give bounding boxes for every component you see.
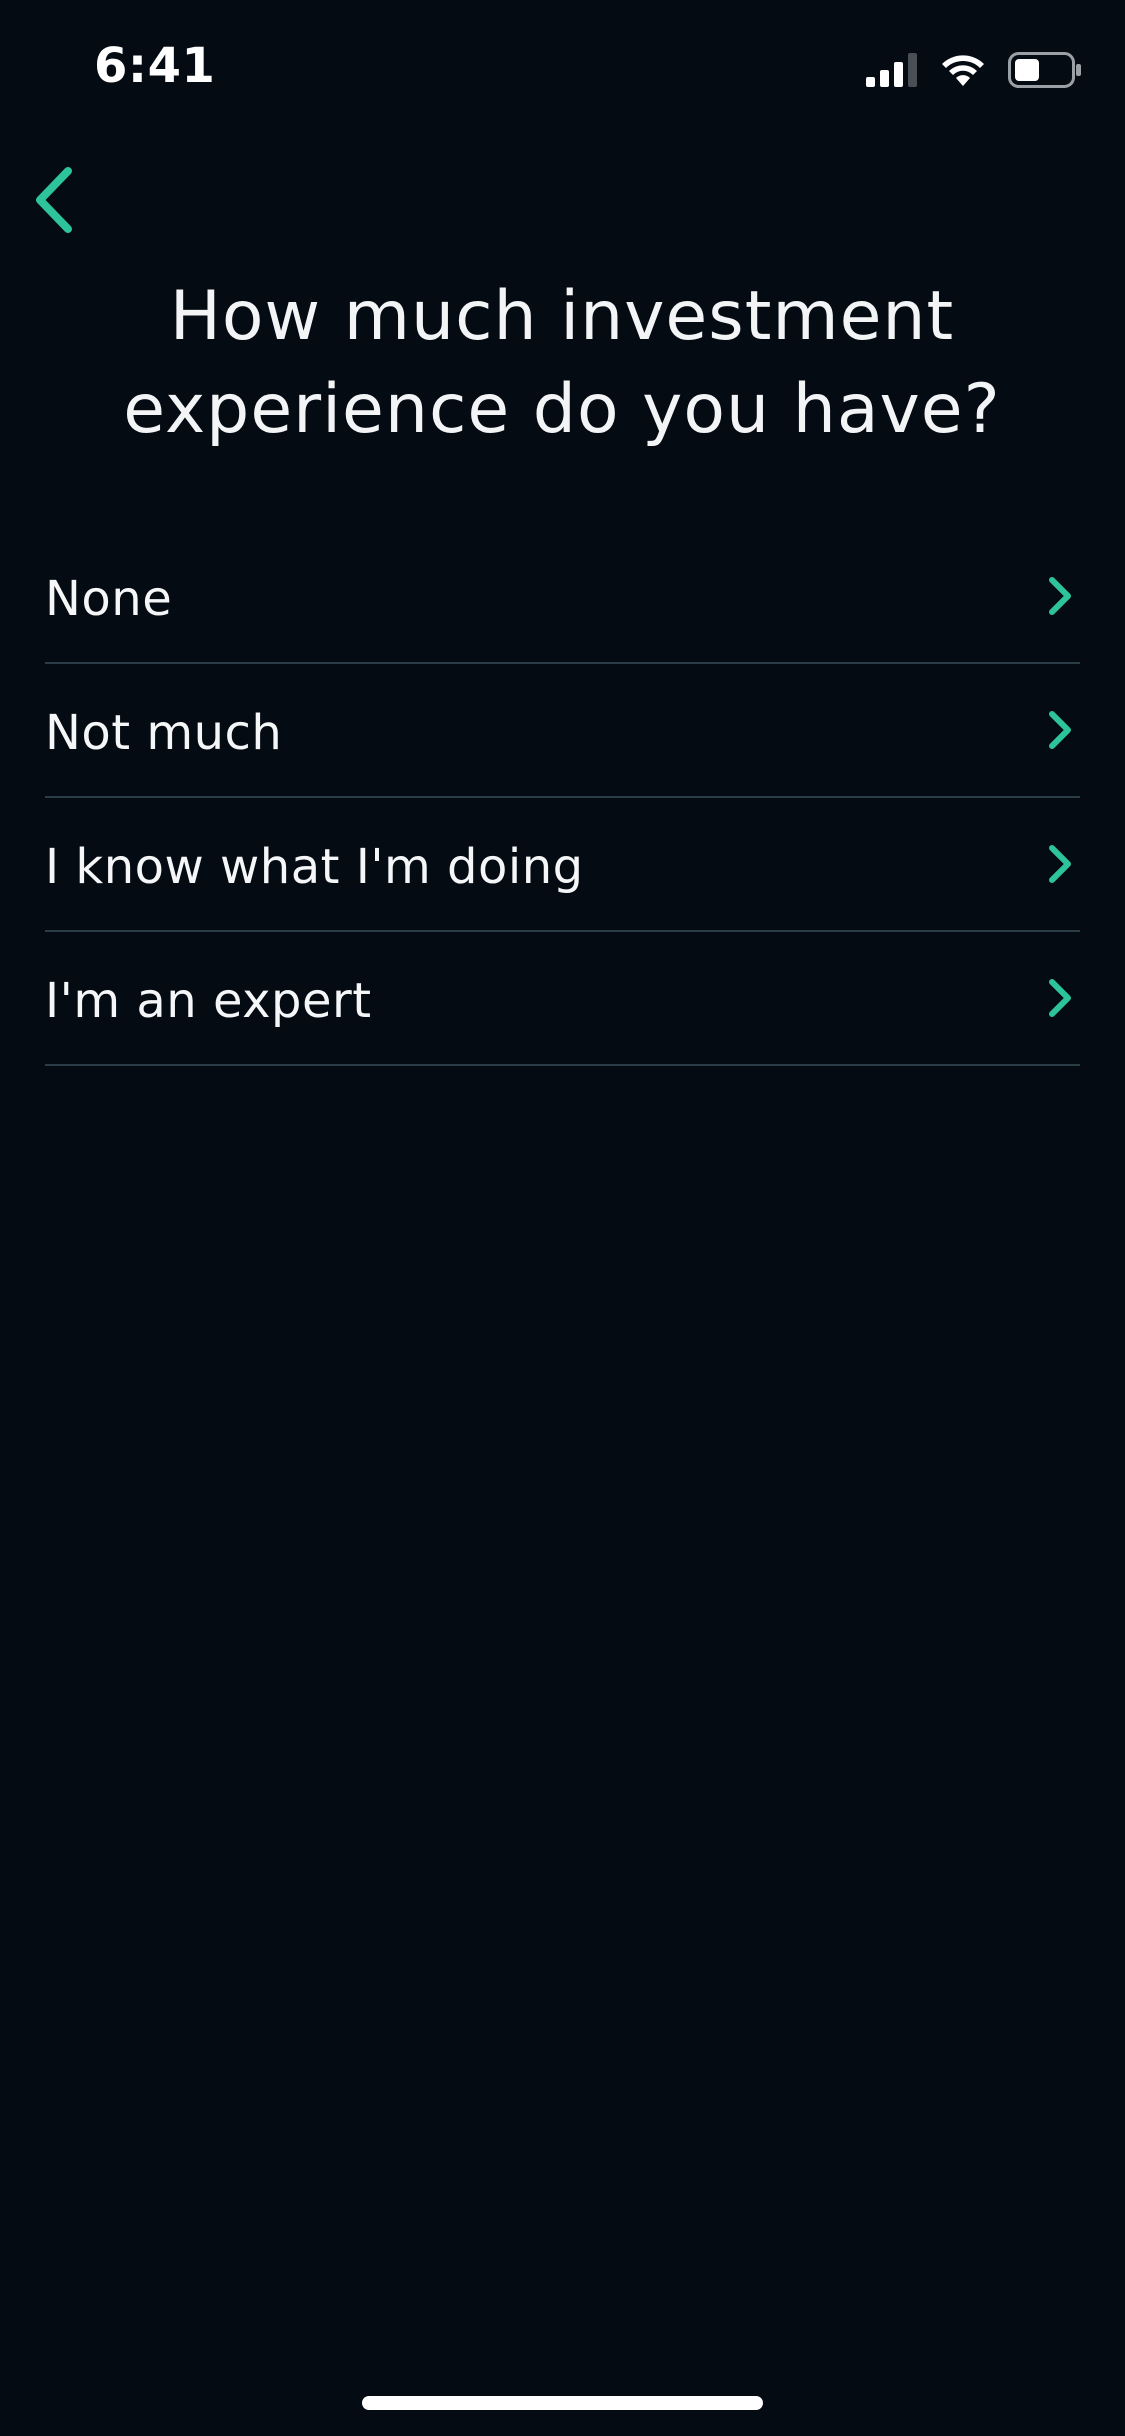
chevron-right-icon	[1040, 974, 1080, 1022]
status-icons	[866, 50, 1082, 90]
experience-options-list: None Not much I know what I'm doing I'm …	[45, 530, 1080, 1066]
home-indicator[interactable]	[362, 2396, 763, 2410]
option-label: I know what I'm doing	[45, 839, 584, 895]
option-label: I'm an expert	[45, 973, 372, 1029]
chevron-left-icon	[36, 167, 72, 233]
option-none[interactable]: None	[45, 530, 1080, 664]
chevron-right-icon	[1040, 706, 1080, 754]
option-not-much[interactable]: Not much	[45, 664, 1080, 798]
battery-icon	[1008, 52, 1081, 88]
chevron-right-icon	[1040, 840, 1080, 888]
cellular-signal-icon	[866, 53, 917, 87]
wifi-icon	[942, 55, 984, 86]
status-bar: 6:41	[0, 0, 1125, 140]
option-label: None	[45, 571, 173, 627]
status-time: 6:41	[94, 38, 216, 94]
page-title: How much investment experience do you ha…	[123, 277, 1001, 449]
option-label: Not much	[45, 705, 283, 761]
experience-question-screen: 6:41 How much investment experience do y…	[0, 0, 1125, 2436]
back-button[interactable]	[14, 160, 94, 240]
chevron-right-icon	[1040, 572, 1080, 620]
option-know-what-doing[interactable]: I know what I'm doing	[45, 798, 1080, 932]
option-expert[interactable]: I'm an expert	[45, 932, 1080, 1066]
